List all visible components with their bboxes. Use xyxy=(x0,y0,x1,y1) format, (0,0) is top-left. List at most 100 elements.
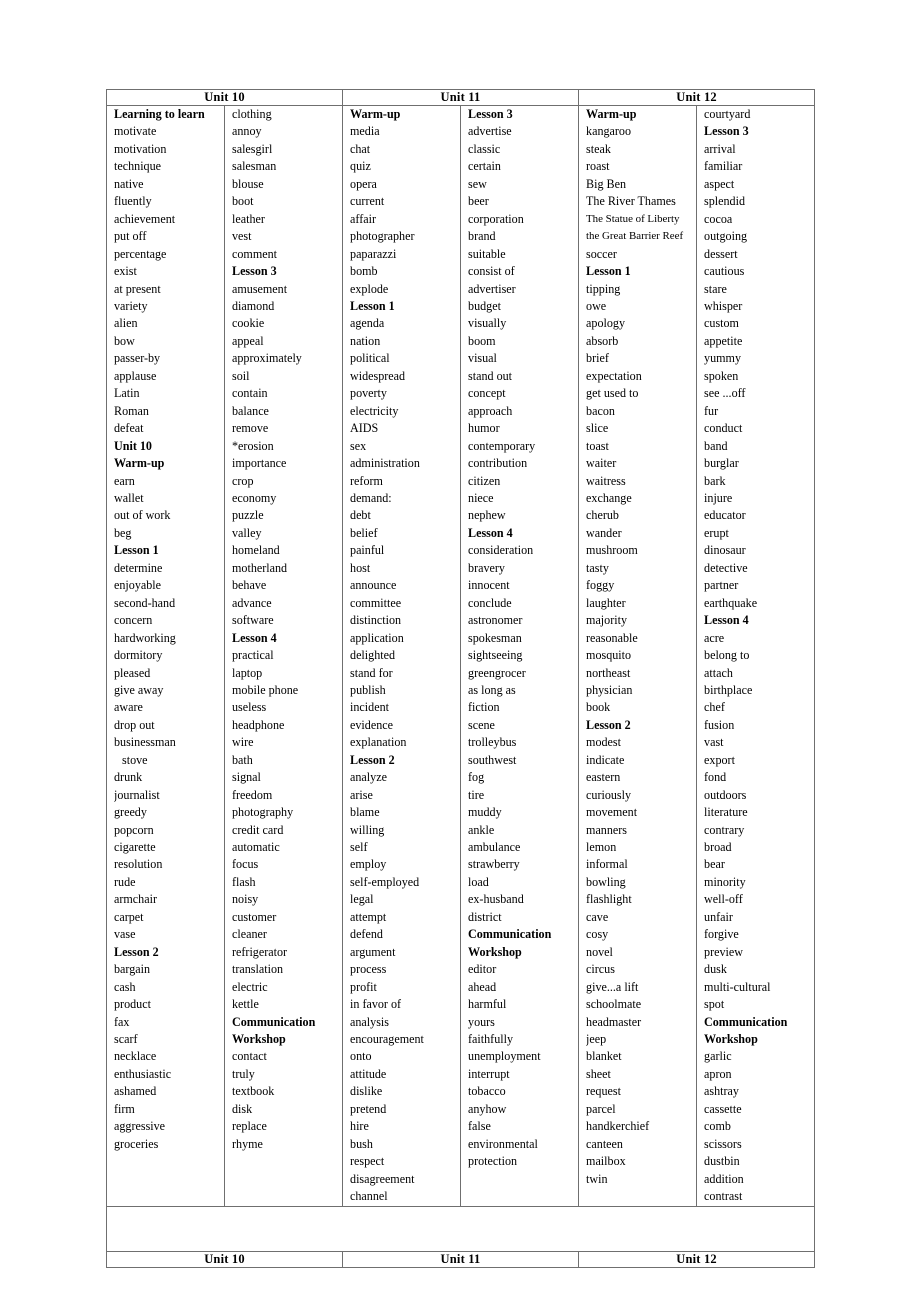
word-entry: automatic xyxy=(232,839,338,856)
word-entry: northeast xyxy=(586,665,692,682)
word-entry: technique xyxy=(114,158,220,175)
word-entry: mailbox xyxy=(586,1153,692,1170)
word-entry: protection xyxy=(468,1153,574,1170)
word-entry: contact xyxy=(232,1048,338,1065)
word-entry: scarf xyxy=(114,1031,220,1048)
word-entry: garlic xyxy=(704,1048,810,1065)
word-entry: consist of xyxy=(468,263,574,280)
word-entry: behave xyxy=(232,577,338,594)
word-entry: salesman xyxy=(232,158,338,175)
word-entry: concept xyxy=(468,385,574,402)
word-entry: slice xyxy=(586,420,692,437)
word-entry: courtyard xyxy=(704,106,810,123)
word-entry: injure xyxy=(704,490,810,507)
word-entry: laughter xyxy=(586,595,692,612)
word-entry: cherub xyxy=(586,507,692,524)
word-entry: disagreement xyxy=(350,1171,456,1188)
word-entry: drunk xyxy=(114,769,220,786)
word-entry: minority xyxy=(704,874,810,891)
word-entry: sex xyxy=(350,438,456,455)
word-entry: forgive xyxy=(704,926,810,943)
word-entry: bear xyxy=(704,856,810,873)
word-entry: freedom xyxy=(232,787,338,804)
word-entry: analysis xyxy=(350,1014,456,1031)
word-entry: passer-by xyxy=(114,350,220,367)
word-entry: give...a lift xyxy=(586,979,692,996)
word-entry: attitude xyxy=(350,1066,456,1083)
word-entry: motivation xyxy=(114,141,220,158)
word-entry: respect xyxy=(350,1153,456,1170)
unit-footer-unit-11: Unit 11 xyxy=(343,1251,579,1267)
word-entry: ashamed xyxy=(114,1083,220,1100)
word-entry: headmaster xyxy=(586,1014,692,1031)
word-entry: fond xyxy=(704,769,810,786)
word-entry: ambulance xyxy=(468,839,574,856)
word-entry: resolution xyxy=(114,856,220,873)
word-entry: rude xyxy=(114,874,220,891)
word-entry: firm xyxy=(114,1101,220,1118)
word-entry: scene xyxy=(468,717,574,734)
word-entry: economy xyxy=(232,490,338,507)
word-entry: truly xyxy=(232,1066,338,1083)
word-entry: motherland xyxy=(232,560,338,577)
word-entry: contribution xyxy=(468,455,574,472)
word-entry: humor xyxy=(468,420,574,437)
word-entry: aware xyxy=(114,699,220,716)
word-entry: replace xyxy=(232,1118,338,1135)
word-entry: bush xyxy=(350,1136,456,1153)
word-entry: tire xyxy=(468,787,574,804)
word-entry: electricity xyxy=(350,403,456,420)
word-entry: preview xyxy=(704,944,810,961)
word-entry: quiz xyxy=(350,158,456,175)
word-entry: analyze xyxy=(350,769,456,786)
word-entry: indicate xyxy=(586,752,692,769)
word-column-unit12-col2: courtyardLesson 3arrivalfamiliaraspectsp… xyxy=(697,106,815,1207)
word-entry: journalist xyxy=(114,787,220,804)
word-entry: product xyxy=(114,996,220,1013)
word-entry: earthquake xyxy=(704,595,810,612)
word-entry: committee xyxy=(350,595,456,612)
word-entry: toast xyxy=(586,438,692,455)
word-entry: remove xyxy=(232,420,338,437)
word-entry: earn xyxy=(114,473,220,490)
word-entry: citizen xyxy=(468,473,574,490)
word-entry: book xyxy=(586,699,692,716)
word-section-heading: Lesson 2 xyxy=(350,752,456,769)
word-entry: wire xyxy=(232,734,338,751)
word-entry: dormitory xyxy=(114,647,220,664)
word-column-unit12-col1: Warm-upkangaroosteakroastBig BenThe Rive… xyxy=(579,106,697,1207)
word-entry: explanation xyxy=(350,734,456,751)
word-entry: manners xyxy=(586,822,692,839)
word-entry: strawberry xyxy=(468,856,574,873)
word-entry: interrupt xyxy=(468,1066,574,1083)
word-section-heading: Warm-up xyxy=(114,455,220,472)
word-entry: majority xyxy=(586,612,692,629)
word-entry: cave xyxy=(586,909,692,926)
word-entry: widespread xyxy=(350,368,456,385)
unit-header-unit-10: Unit 10 xyxy=(107,90,343,106)
word-entry: yours xyxy=(468,1014,574,1031)
word-entry: ankle xyxy=(468,822,574,839)
word-section-heading: Lesson 4 xyxy=(232,630,338,647)
word-entry: translation xyxy=(232,961,338,978)
word-entry: faithfully xyxy=(468,1031,574,1048)
word-entry: classic xyxy=(468,141,574,158)
word-entry: certain xyxy=(468,158,574,175)
word-entry: poverty xyxy=(350,385,456,402)
word-entry: blanket xyxy=(586,1048,692,1065)
word-section-heading: Lesson 1 xyxy=(350,298,456,315)
word-entry: familiar xyxy=(704,158,810,175)
word-entry: physician xyxy=(586,682,692,699)
word-entry: put off xyxy=(114,228,220,245)
word-entry: band xyxy=(704,438,810,455)
word-entry: addition xyxy=(704,1171,810,1188)
word-entry: popcorn xyxy=(114,822,220,839)
word-entry: suitable xyxy=(468,246,574,263)
word-entry: the Great Barrier Reef xyxy=(586,228,692,245)
word-entry: crop xyxy=(232,473,338,490)
word-entry: dislike xyxy=(350,1083,456,1100)
word-entry: profit xyxy=(350,979,456,996)
word-entry: political xyxy=(350,350,456,367)
word-entry: beer xyxy=(468,193,574,210)
word-entry: useless xyxy=(232,699,338,716)
